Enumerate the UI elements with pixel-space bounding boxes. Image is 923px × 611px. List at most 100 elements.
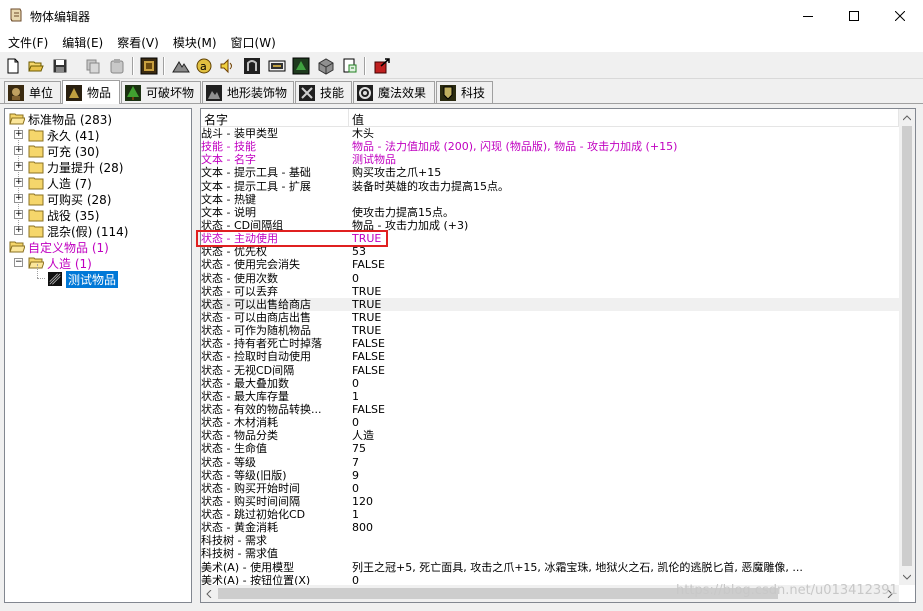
table-row[interactable]: 状态 - 优先权 53 [201,245,901,258]
table-row[interactable]: 技能 - 技能 物品 - 法力值加成 (200), 闪现 (物品版), 物品 - … [201,140,901,153]
table-row[interactable]: 状态 - 等级(旧版) 9 [201,469,901,482]
tab-destructibles[interactable]: 可破坏物 [121,81,201,103]
close-button[interactable] [877,0,923,32]
maximize-button[interactable] [831,0,877,32]
tree-node-artifact[interactable]: + 人造 (7) [14,175,92,191]
table-row[interactable]: 状态 - 等级 7 [201,456,901,469]
expand-plus-icon[interactable]: + [14,226,23,235]
tab-label: 技能 [320,86,345,100]
scroll-left-button[interactable] [201,585,217,602]
column-header-name[interactable]: 名字 [201,109,349,127]
table-row[interactable]: 状态 - 可作为随机物品 TRUE [201,324,901,337]
tree-node-permanent[interactable]: + 永久 (41) [14,127,99,143]
tree-node-misc[interactable]: + 混杂(假) (114) [14,223,128,239]
table-row[interactable]: 状态 - 最大叠加数 0 [201,377,901,390]
vertical-scroll-thumb[interactable] [902,126,912,566]
terrain-button[interactable] [171,56,191,76]
trigger-button[interactable]: a [194,56,214,76]
field-name-cell: 美术(A) - 使用模型 [201,560,295,574]
scroll-up-button[interactable] [899,109,915,126]
table-row[interactable]: 科技树 - 需求 [201,534,901,547]
menu-window[interactable]: 窗口(W) [224,32,283,52]
tab-doodads[interactable]: 地形装饰物 [202,81,294,103]
copy-button[interactable] [83,56,103,76]
menu-module[interactable]: 模块(M) [166,32,224,52]
expand-plus-icon[interactable]: + [14,162,23,171]
field-value-cell: TRUE [352,284,382,298]
menu-file[interactable]: 文件(F) [0,32,55,52]
table-row[interactable]: 状态 - 最大库存量 1 [201,390,901,403]
tree-node-test-item[interactable]: 测试物品 [47,270,119,288]
tree-node-custom-artifact[interactable]: − 人造 (1) [14,255,92,271]
table-row[interactable]: 状态 - 使用完会消失 FALSE [201,258,901,271]
close-icon [895,11,905,21]
field-name-cell: 状态 - 可以丢弃 [201,284,278,298]
table-row[interactable]: 文本 - 说明 使攻击力提高15点。 [201,206,901,219]
tab-upgrades[interactable]: 科技 [436,81,493,103]
table-row[interactable]: 文本 - 名字 测试物品 [201,153,901,166]
import-button[interactable] [340,56,360,76]
tree-node-purchasable[interactable]: + 可购买 (28) [14,191,111,207]
ai-editor-button[interactable] [242,56,262,76]
expand-plus-icon[interactable]: + [14,194,23,203]
table-row[interactable]: 状态 - 跳过初始化CD 1 [201,508,901,521]
scroll-down-button[interactable] [899,568,915,585]
panel-splitter[interactable] [192,108,200,603]
paste-button[interactable] [107,56,127,76]
column-header-value[interactable]: 值 [349,109,899,127]
tab-buffs[interactable]: 魔法效果 [353,81,435,103]
table-row[interactable]: 状态 - 黄金消耗 800 [201,521,901,534]
table-row[interactable]: 战斗 - 装甲类型 木头 [201,127,901,140]
tree-node-custom-items[interactable]: 自定义物品 (1) [9,239,109,255]
item-button[interactable] [316,56,336,76]
tree-node-powerup[interactable]: + 力量提升 (28) [14,159,123,175]
collapse-minus-icon[interactable]: − [14,258,23,267]
table-row[interactable]: 文本 - 热键 [201,193,901,206]
tab-items[interactable]: 物品 [62,80,120,104]
table-row[interactable]: 状态 - 持有者死亡时掉落 FALSE [201,337,901,350]
expand-plus-icon[interactable]: + [14,178,23,187]
vertical-scrollbar[interactable] [899,109,915,585]
table-row[interactable]: 状态 - 使用次数 0 [201,272,901,285]
table-row[interactable]: 状态 - 可以由商店出售 TRUE [201,311,901,324]
minimize-button[interactable] [785,0,831,32]
field-name-cell: 技能 - 技能 [201,140,256,154]
tree-node-charged[interactable]: + 可充 (30) [14,143,99,159]
expand-plus-icon[interactable]: + [14,210,23,219]
new-button[interactable] [3,56,23,76]
table-row[interactable]: 文本 - 提示工具 - 基础 购买攻击之爪+15 [201,166,901,179]
table-row[interactable]: 状态 - 购买时间间隔 120 [201,495,901,508]
table-row[interactable]: 状态 - 可以丢弃 TRUE [201,285,901,298]
save-button[interactable] [50,56,70,76]
field-value-cell: 人造 [352,429,374,443]
field-value-cell: 0 [352,416,359,430]
table-row[interactable]: 科技树 - 需求值 [201,547,901,560]
sound-button[interactable] [217,56,237,76]
menu-edit[interactable]: 编辑(E) [55,32,110,52]
expand-plus-icon[interactable]: + [14,146,23,155]
tree-node-campaign[interactable]: + 战役 (35) [14,207,99,223]
table-row[interactable]: 状态 - 有效的物品转换... FALSE [201,403,901,416]
table-row[interactable]: 状态 - 购买开始时间 0 [201,482,901,495]
campaign-button[interactable] [291,56,311,76]
table-row[interactable]: 状态 - 无视CD间隔 FALSE [201,364,901,377]
table-row[interactable]: 状态 - 生命值 75 [201,442,901,455]
menu-view[interactable]: 察看(V) [110,32,166,52]
tab-units[interactable]: 单位 [4,81,61,103]
field-list[interactable]: 名字 值 战斗 - 装甲类型 木头 技能 - 技能 物品 - 法力值加成 (200),… [200,108,916,603]
object-editor-button[interactable] [267,56,287,76]
table-row[interactable]: 美术(A) - 使用模型 列王之冠+5, 死亡面具, 攻击之爪+15, 冰霜宝珠,… [201,561,901,574]
expand-plus-icon[interactable]: + [14,130,23,139]
field-name-cell: 文本 - 热键 [201,192,256,206]
open-button[interactable] [26,56,46,76]
table-row[interactable]: 状态 - 木材消耗 0 [201,416,901,429]
table-row[interactable]: 状态 - 物品分类 人造 [201,429,901,442]
tab-abilities[interactable]: 技能 [295,81,352,103]
unit-editor-button[interactable] [139,56,159,76]
object-tree[interactable]: 标准物品 (283) + 永久 (41) + 可充 (30) + 力量提升 (2… [4,108,192,603]
tree-node-standard-items[interactable]: 标准物品 (283) [9,111,112,127]
table-row[interactable]: 状态 - 捡取时自动使用 FALSE [201,350,901,363]
table-row[interactable]: 文本 - 提示工具 - 扩展 装备时英雄的攻击力提高15点。 [201,180,901,193]
test-map-button[interactable] [372,56,392,76]
table-row[interactable]: 状态 - 可以出售给商店 TRUE [201,297,901,311]
